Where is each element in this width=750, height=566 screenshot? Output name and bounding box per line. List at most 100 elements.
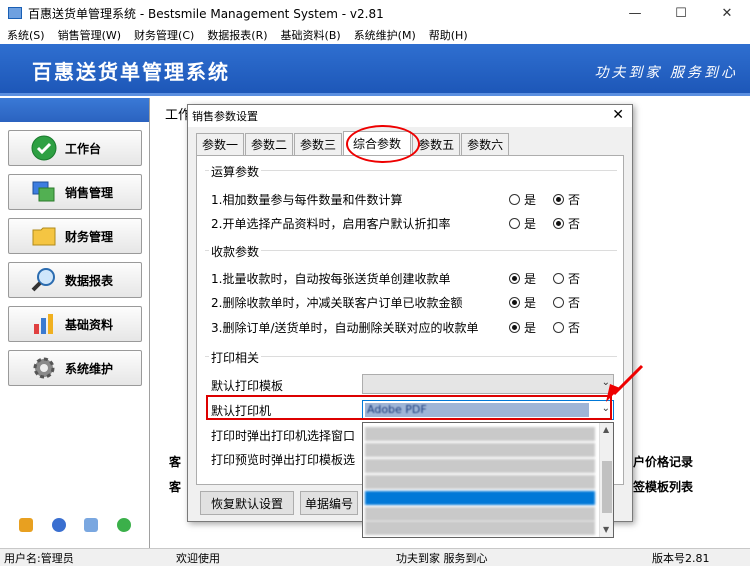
setting-label: 2.开单选择产品资料时，启用客户默认折扣率 xyxy=(211,216,451,231)
radio-yes[interactable]: 是 xyxy=(509,270,536,287)
radio-yes[interactable]: 是 xyxy=(509,191,536,208)
tab-param-3[interactable]: 参数三 xyxy=(294,133,343,155)
sidebar-item-label: 销售管理 xyxy=(65,185,114,200)
radio-no[interactable]: 否 xyxy=(553,270,580,287)
scroll-down-icon[interactable]: ▼ xyxy=(603,525,609,534)
banner-title: 百惠送货单管理系统 xyxy=(32,60,230,84)
banner-slogan: 功夫到家 服务到心 xyxy=(594,65,738,81)
printer-option[interactable] xyxy=(365,459,595,473)
window-title: 百惠送货单管理系统 - Bestsmile Management System … xyxy=(28,6,384,21)
group-title: 运算参数 xyxy=(209,163,262,180)
scroll-thumb[interactable] xyxy=(602,461,612,513)
setting-row: 1.相加数量参与每件数量和件数计算 是 否 xyxy=(211,190,611,208)
radio-yes[interactable]: 是 xyxy=(509,319,536,336)
printer-option[interactable] xyxy=(365,475,595,489)
printer-option-selected[interactable] xyxy=(365,491,595,505)
tab-param-1[interactable]: 参数一 xyxy=(196,133,245,155)
maximize-icon[interactable]: ☐ xyxy=(658,0,704,26)
sidebar-item-label: 数据报表 xyxy=(65,273,114,288)
printer-option[interactable] xyxy=(365,427,595,441)
sidebar-item-label: 财务管理 xyxy=(65,229,114,244)
sidebar-item-finance[interactable]: 财务管理 xyxy=(8,218,142,254)
radio-yes[interactable]: 是 xyxy=(509,294,536,311)
workbench-link-fragment[interactable]: 客 xyxy=(169,478,181,495)
menu-sales[interactable]: 销售管理(W) xyxy=(51,27,127,43)
app-icon xyxy=(8,7,22,19)
add-icon[interactable] xyxy=(116,518,131,532)
close-icon[interactable]: ✕ xyxy=(612,107,624,123)
printer-option[interactable] xyxy=(365,443,595,457)
menu-system[interactable]: 系统(S) xyxy=(0,27,51,43)
payment-params-group: 收款参数 xyxy=(205,243,617,260)
restore-defaults-button[interactable]: 恢复默认设置 xyxy=(200,491,294,515)
status-version: 版本号2.81 xyxy=(652,551,710,565)
menu-help[interactable]: 帮助(H) xyxy=(422,27,474,43)
radio-no[interactable]: 否 xyxy=(553,191,580,208)
edit-icon[interactable] xyxy=(19,518,34,532)
bar-chart-icon xyxy=(31,311,57,337)
check-icon xyxy=(31,135,57,161)
status-welcome: 欢迎使用 xyxy=(176,551,220,565)
setting-row: 2.删除收款单时，冲减关联客户订单已收款金额 是 否 xyxy=(211,293,611,311)
menu-maintenance[interactable]: 系统维护(M) xyxy=(347,27,422,43)
dropdown-scrollbar[interactable]: ▲ ▼ xyxy=(599,423,613,537)
sidebar-item-sales[interactable]: 销售管理 xyxy=(8,174,142,210)
popup-preview-label: 打印预览时弹出打印模板选 xyxy=(211,452,356,467)
tab-param-6[interactable]: 参数六 xyxy=(461,133,510,155)
group-title: 打印相关 xyxy=(209,349,262,366)
group-title: 收款参数 xyxy=(209,243,262,260)
status-user: 用户名:管理员 xyxy=(4,551,74,565)
menu-finance[interactable]: 财务管理(C) xyxy=(127,27,200,43)
sidebar-item-label: 系统维护 xyxy=(65,361,114,376)
setting-row: 3.删除订单/送货单时，自动删除关联对应的收款单 是 否 xyxy=(211,318,611,336)
sign-template-list-link[interactable]: 签模板列表 xyxy=(633,478,693,495)
popup-printer-label: 打印时弹出打印机选择窗口 xyxy=(211,428,356,443)
setting-label: 1.相加数量参与每件数量和件数计算 xyxy=(211,192,403,207)
printer-dropdown-list: ▲ ▼ xyxy=(362,422,614,538)
search-icon[interactable] xyxy=(84,518,99,532)
setting-label: 3.删除订单/送货单时，自动删除关联对应的收款单 xyxy=(211,320,479,335)
clock-icon[interactable] xyxy=(51,518,66,532)
annotation-arrow-icon xyxy=(606,364,644,402)
status-slogan: 功夫到家 服务到心 xyxy=(396,551,488,565)
close-icon[interactable]: ✕ xyxy=(704,0,750,26)
printer-option[interactable] xyxy=(365,521,595,535)
sidebar-item-basic-data[interactable]: 基础资料 xyxy=(8,306,142,342)
dialog-title: 销售参数设置 xyxy=(192,110,258,123)
customer-price-record-link[interactable]: 户价格记录 xyxy=(633,453,693,470)
sidebar-item-maintenance[interactable]: 系统维护 xyxy=(8,350,142,386)
sidebar-item-workbench[interactable]: 工作台 xyxy=(8,130,142,166)
sales-settings-dialog: 销售参数设置 ✕ 参数一 参数二 参数三 综合参数 参数五 参数六 运算参数 1… xyxy=(187,104,633,538)
status-bar: 用户名:管理员 欢迎使用 功夫到家 服务到心 版本号2.81 xyxy=(0,548,750,566)
print-params-group: 打印相关 xyxy=(205,349,617,366)
setting-row: 1.批量收款时，自动按每张送货单创建收款单 是 否 xyxy=(211,269,611,287)
minimize-icon[interactable]: — xyxy=(612,0,658,26)
annotation-rectangle xyxy=(206,395,612,420)
setting-label: 2.删除收款单时，冲减关联客户订单已收款金额 xyxy=(211,295,463,310)
default-template-select[interactable]: ⌄ xyxy=(362,374,614,394)
dialog-titlebar: 销售参数设置 ✕ xyxy=(188,105,632,127)
radio-yes[interactable]: 是 xyxy=(509,215,536,232)
tab-param-2[interactable]: 参数二 xyxy=(245,133,294,155)
menu-reports[interactable]: 数据报表(R) xyxy=(200,27,273,43)
sidebar-header xyxy=(0,98,149,122)
radio-no[interactable]: 否 xyxy=(553,294,580,311)
printer-option[interactable] xyxy=(365,507,595,521)
scroll-up-icon[interactable]: ▲ xyxy=(603,425,609,434)
radio-no[interactable]: 否 xyxy=(553,215,580,232)
annotation-ellipse xyxy=(346,125,420,163)
sidebar: 工作台 销售管理 财务管理 数据报表 基础资料 系统维护 xyxy=(0,98,150,550)
window-titlebar: 百惠送货单管理系统 - Bestsmile Management System … xyxy=(0,0,750,26)
windows-icon xyxy=(31,179,57,205)
menu-bar: 系统(S) 销售管理(W) 财务管理(C) 数据报表(R) 基础资料(B) 系统… xyxy=(0,26,750,44)
magnifier-icon xyxy=(31,267,57,293)
workbench-link-fragment[interactable]: 客 xyxy=(169,453,181,470)
sidebar-item-label: 基础资料 xyxy=(65,317,114,332)
tab-panel: 运算参数 1.相加数量参与每件数量和件数计算 是 否 2.开单选择产品资料时，启… xyxy=(196,155,624,538)
sidebar-item-reports[interactable]: 数据报表 xyxy=(8,262,142,298)
default-template-label: 默认打印模板 xyxy=(211,378,284,393)
setting-label: 1.批量收款时，自动按每张送货单创建收款单 xyxy=(211,271,451,286)
document-number-button[interactable]: 单据编号 xyxy=(300,491,358,515)
radio-no[interactable]: 否 xyxy=(553,319,580,336)
menu-basic-data[interactable]: 基础资料(B) xyxy=(274,27,347,43)
